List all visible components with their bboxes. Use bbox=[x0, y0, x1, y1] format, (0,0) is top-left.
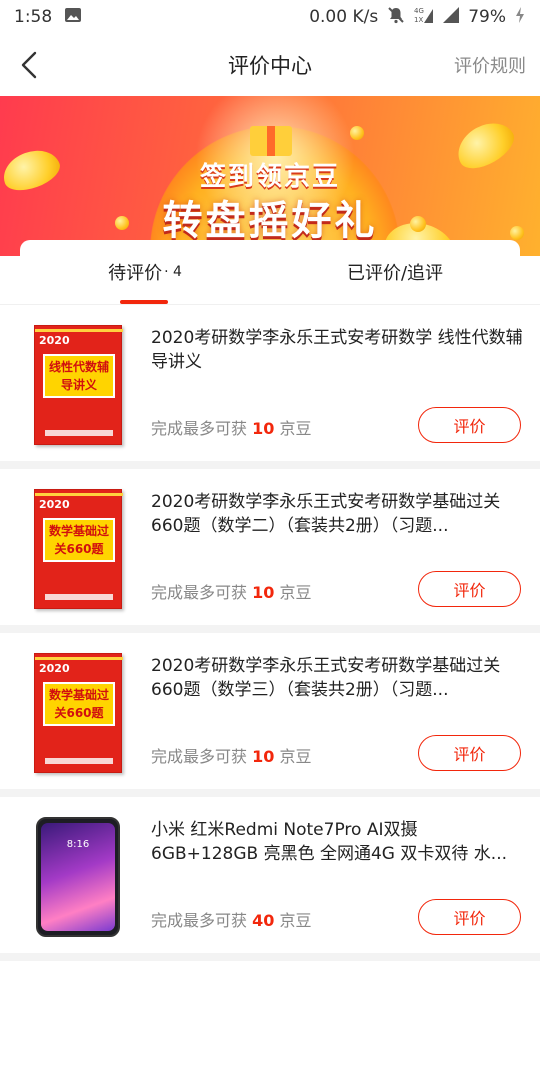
product-thumbnail[interactable]: 8:16 bbox=[34, 817, 124, 937]
banner-title-large: 转盘摇好礼 bbox=[162, 198, 378, 244]
product-title[interactable]: 小米 红米Redmi Note7Pro AI双摄 6GB+128GB 亮黑色 全… bbox=[151, 818, 523, 866]
list-item[interactable]: 8:16 小米 红米Redmi Note7Pro AI双摄 6GB+128GB … bbox=[0, 797, 540, 953]
list-item[interactable]: 2020 数学基础过关660题 2020考研数学李永乐王式安考研数学基础过关66… bbox=[0, 469, 540, 625]
svg-text:1X: 1X bbox=[414, 16, 423, 24]
reward-amount: 40 bbox=[252, 911, 275, 930]
book-cover: 2020 线性代数辅导讲义 bbox=[34, 325, 123, 445]
list-item[interactable]: 2020 数学基础过关660题 2020考研数学李永乐王式安考研数学基础过关66… bbox=[0, 633, 540, 789]
reward-text: 完成最多可获 10 京豆 bbox=[151, 747, 312, 766]
chevron-left-icon bbox=[21, 51, 37, 79]
divider bbox=[0, 789, 540, 797]
product-thumbnail[interactable]: 2020 数学基础过关660题 bbox=[34, 489, 124, 609]
divider bbox=[0, 625, 540, 633]
divider bbox=[0, 461, 540, 469]
review-tabs: 待评价 · 4 已评价/追评 bbox=[20, 240, 520, 304]
product-thumbnail[interactable]: 2020 线性代数辅导讲义 bbox=[34, 325, 124, 445]
page-header: 评价中心 评价规则 bbox=[0, 34, 540, 96]
book-cover: 2020 数学基础过关660题 bbox=[34, 653, 123, 773]
reward-amount: 10 bbox=[252, 747, 275, 766]
divider bbox=[0, 953, 540, 961]
tab-label: 待评价 bbox=[108, 263, 163, 284]
status-time: 1:58 bbox=[14, 7, 53, 27]
rate-button[interactable]: 评价 bbox=[418, 571, 521, 607]
rate-button[interactable]: 评价 bbox=[418, 899, 521, 935]
rating-rules-link[interactable]: 评价规则 bbox=[454, 52, 526, 78]
pending-review-list: 2020 线性代数辅导讲义 2020考研数学李永乐王式安考研数学 线性代数辅导讲… bbox=[0, 305, 540, 961]
tab-label: 已评价/追评 bbox=[346, 263, 444, 284]
coin-icon bbox=[350, 126, 364, 140]
back-button[interactable] bbox=[12, 48, 46, 82]
product-title[interactable]: 2020考研数学李永乐王式安考研数学基础过关660题（数学二）（套装共2册）（习… bbox=[151, 490, 523, 538]
status-bar: 1:58 0.00 K/s 4G 1X 79% bbox=[0, 0, 540, 34]
reward-text: 完成最多可获 40 京豆 bbox=[151, 911, 312, 930]
signal-4g-icon: 4G 1X bbox=[414, 5, 434, 30]
list-item[interactable]: 2020 线性代数辅导讲义 2020考研数学李永乐王式安考研数学 线性代数辅导讲… bbox=[0, 305, 540, 461]
reward-text: 完成最多可获 10 京豆 bbox=[151, 419, 312, 438]
tab-pending-review[interactable]: 待评价 · 4 bbox=[20, 240, 270, 304]
gift-icon bbox=[250, 126, 292, 156]
reward-amount: 10 bbox=[252, 419, 275, 438]
mute-icon bbox=[386, 5, 406, 30]
signal-icon bbox=[442, 6, 460, 29]
network-speed: 0.00 K/s bbox=[309, 7, 379, 27]
rate-button[interactable]: 评价 bbox=[418, 407, 521, 443]
phone-image: 8:16 bbox=[36, 817, 120, 937]
image-icon bbox=[64, 7, 82, 28]
battery-charging-icon bbox=[514, 6, 526, 29]
product-title[interactable]: 2020考研数学李永乐王式安考研数学 线性代数辅导讲义 bbox=[151, 326, 523, 374]
promo-banner[interactable]: 签到领京豆 转盘摇好礼 bbox=[0, 96, 540, 256]
page-title: 评价中心 bbox=[228, 54, 312, 78]
svg-text:4G: 4G bbox=[414, 7, 424, 15]
reward-text: 完成最多可获 10 京豆 bbox=[151, 583, 312, 602]
product-thumbnail[interactable]: 2020 数学基础过关660题 bbox=[34, 653, 124, 773]
rate-button[interactable]: 评价 bbox=[418, 735, 521, 771]
tab-reviewed[interactable]: 已评价/追评 bbox=[270, 240, 520, 304]
tab-count: · 4 bbox=[164, 264, 182, 280]
product-title[interactable]: 2020考研数学李永乐王式安考研数学基础过关660题（数学三）（套装共2册）（习… bbox=[151, 654, 523, 702]
battery-level: 79% bbox=[468, 7, 506, 27]
book-cover: 2020 数学基础过关660题 bbox=[34, 489, 123, 609]
reward-amount: 10 bbox=[252, 583, 275, 602]
